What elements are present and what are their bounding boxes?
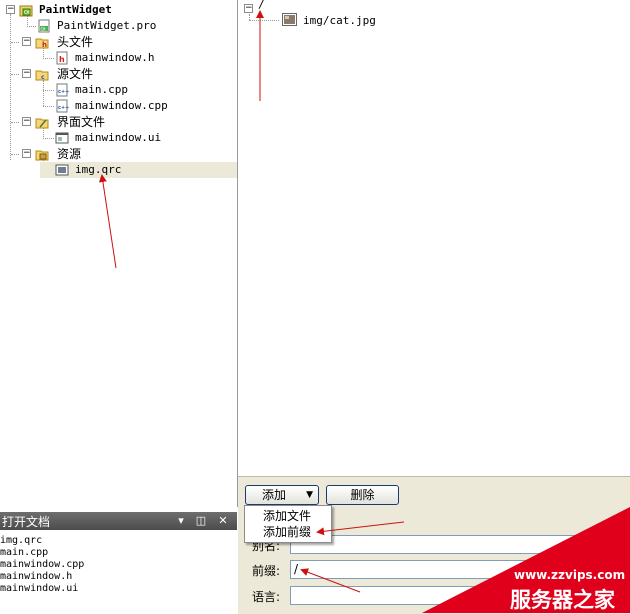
- tree-item-label: 头文件: [57, 35, 94, 49]
- svg-text:h: h: [42, 41, 47, 49]
- delete-button[interactable]: 删除: [326, 485, 399, 505]
- tree-item-label: 资源: [57, 147, 82, 161]
- tree-item-file[interactable]: mainwindow.ui: [0, 130, 237, 146]
- collapse-icon[interactable]: −: [22, 117, 31, 126]
- tree-item-sources-folder[interactable]: − c 源文件: [0, 66, 237, 82]
- language-label: 语言:: [252, 590, 281, 604]
- tree-item-forms-folder[interactable]: − 界面文件: [0, 114, 237, 130]
- header-folder-icon: h: [35, 38, 49, 49]
- split-icon[interactable]: ◫: [194, 514, 208, 528]
- form-folder-icon: [35, 118, 49, 129]
- open-doc-item[interactable]: mainwindow.cpp: [0, 559, 84, 571]
- tree-item-label: 源文件: [57, 67, 94, 81]
- tree-item-file[interactable]: c++ mainwindow.cpp: [0, 98, 237, 114]
- tree-item-headers-folder[interactable]: − h 头文件: [0, 34, 237, 50]
- project-tree[interactable]: − Qt PaintWidget Qt PaintWidget.pro − h …: [0, 0, 238, 507]
- tree-item-label: PaintWidget.pro: [57, 19, 157, 32]
- open-documents-header: 打开文档 ▾ ◫ ✕: [0, 512, 237, 530]
- cpp-file-icon: c++: [56, 99, 69, 113]
- tree-item-root[interactable]: − Qt PaintWidget: [0, 2, 237, 18]
- collapse-icon[interactable]: −: [244, 4, 253, 13]
- open-doc-item[interactable]: main.cpp: [0, 547, 48, 559]
- tree-item-label: 界面文件: [57, 115, 106, 129]
- svg-text:c++: c++: [58, 89, 69, 95]
- header-file-icon: h: [56, 51, 68, 65]
- cpp-file-icon: c++: [56, 83, 69, 97]
- dropdown-arrow-icon[interactable]: ▾: [174, 514, 188, 528]
- svg-text:c++: c++: [58, 105, 69, 111]
- tree-item-file[interactable]: c++ main.cpp: [0, 82, 237, 98]
- close-icon[interactable]: ✕: [216, 514, 230, 528]
- resource-folder-icon: [35, 150, 49, 161]
- tree-item-file[interactable]: h mainwindow.h: [0, 50, 237, 66]
- tree-item-label: img.qrc: [75, 163, 122, 176]
- svg-text:c: c: [41, 74, 45, 81]
- delete-button-label: 删除: [350, 488, 375, 502]
- prefix-label: 前缀:: [252, 564, 281, 578]
- collapse-icon[interactable]: −: [22, 69, 31, 78]
- add-button[interactable]: 添加 ▼: [245, 485, 319, 505]
- collapse-icon[interactable]: −: [22, 149, 31, 158]
- panel-title: 打开文档: [2, 515, 51, 529]
- svg-text:Qt: Qt: [41, 27, 47, 33]
- qt-project-icon: Qt: [19, 5, 33, 17]
- watermark-brand: 服务器之家: [510, 588, 615, 612]
- open-documents-panel[interactable]: 打开文档 ▾ ◫ ✕ img.qrc main.cpp mainwindow.c…: [0, 512, 237, 613]
- add-dropdown-menu[interactable]: 添加文件 添加前缀: [244, 505, 332, 543]
- menu-item-add-file[interactable]: 添加文件: [245, 508, 331, 524]
- svg-text:Qt: Qt: [24, 10, 30, 16]
- qrc-file-icon: [55, 164, 69, 176]
- resource-file-item[interactable]: img/cat.jpg: [303, 14, 376, 27]
- collapse-icon[interactable]: −: [6, 5, 15, 14]
- dropdown-arrow-icon: ▼: [306, 490, 313, 500]
- collapse-icon[interactable]: −: [22, 37, 31, 46]
- prefix-node[interactable]: /: [258, 0, 265, 11]
- open-doc-item[interactable]: mainwindow.ui: [0, 583, 78, 595]
- svg-text:h: h: [59, 55, 65, 64]
- menu-item-add-prefix[interactable]: 添加前缀: [245, 524, 331, 540]
- tree-item-label: mainwindow.cpp: [75, 99, 168, 112]
- watermark-url: www.zzvips.com: [514, 568, 626, 582]
- open-doc-item[interactable]: mainwindow.h: [0, 571, 72, 583]
- tree-item-pro-file[interactable]: Qt PaintWidget.pro: [0, 18, 237, 34]
- add-button-label: 添加: [262, 488, 287, 502]
- tree-item-label: PaintWidget: [39, 3, 112, 16]
- image-file-icon: [282, 13, 297, 26]
- tree-item-resources-folder[interactable]: − 资源: [0, 146, 237, 162]
- tree-item-label: mainwindow.h: [75, 51, 155, 64]
- watermark: www.zzvips.com 服务器之家: [422, 507, 630, 613]
- pro-file-icon: Qt: [38, 19, 50, 33]
- resource-editor-tree[interactable]: − / img/cat.jpg: [238, 0, 630, 476]
- open-doc-item[interactable]: img.qrc: [0, 535, 42, 547]
- source-folder-icon: c: [35, 70, 49, 81]
- tree-item-file-selected[interactable]: img.qrc: [40, 162, 237, 178]
- tree-item-label: main.cpp: [75, 83, 128, 96]
- tree-item-label: mainwindow.ui: [75, 131, 162, 144]
- ui-file-icon: [55, 132, 69, 144]
- tree-line: [249, 20, 279, 21]
